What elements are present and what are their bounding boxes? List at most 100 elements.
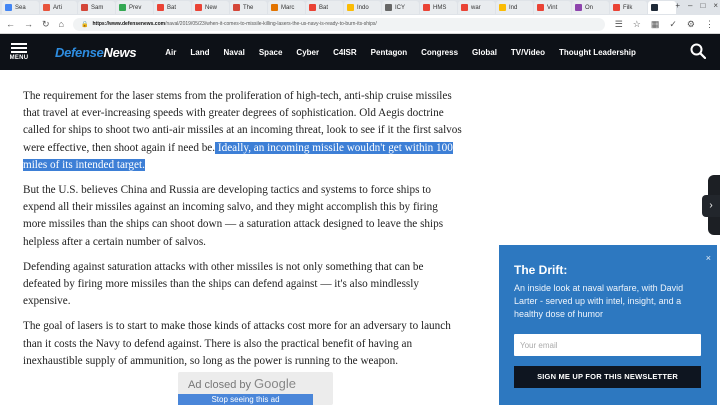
browser-tab[interactable]: ICY (382, 1, 419, 14)
browser-tab[interactable]: New (192, 1, 229, 14)
url-field[interactable]: 🔒 https://www.defensenews.com /naval/201… (72, 17, 605, 31)
home-icon[interactable]: ⌂ (59, 19, 64, 29)
nav-link-c4isr[interactable]: C4ISR (326, 48, 364, 57)
email-input[interactable] (514, 334, 701, 356)
nav-link-land[interactable]: Land (183, 48, 216, 57)
tab-label: Sam (91, 4, 104, 11)
tab-favicon-icon (81, 4, 88, 11)
browser-tab[interactable]: Sea (2, 1, 39, 14)
article-paragraph: Defending against saturation attacks wit… (23, 260, 424, 308)
chevron-right-icon[interactable]: › (702, 195, 720, 217)
tab-label: Indo (357, 4, 369, 11)
hamburger-icon (11, 47, 27, 49)
browser-tab[interactable]: On (572, 1, 609, 14)
search-icon[interactable] (690, 43, 706, 59)
tab-label: New (205, 4, 218, 11)
browser-tab[interactable]: Marc (268, 1, 305, 14)
ad-closed-text: Ad closed by (188, 379, 251, 391)
browser-tab[interactable]: Ind (496, 1, 533, 14)
article-paragraph: The goal of lasers is to start to make t… (23, 320, 451, 367)
settings-icon[interactable]: ⚙ (687, 19, 695, 30)
browser-tab[interactable]: Prev (116, 1, 153, 14)
tab-favicon-icon (43, 4, 50, 11)
tab-favicon-icon (347, 4, 354, 11)
article-paragraph: But the U.S. believes China and Russia a… (23, 184, 444, 248)
browser-tab[interactable]: The (230, 1, 267, 14)
signup-button[interactable]: SIGN ME UP FOR THIS NEWSLETTER (514, 366, 701, 388)
nav-link-thought-leadership[interactable]: Thought Leadership (552, 48, 643, 57)
nav-link-space[interactable]: Space (252, 48, 290, 57)
nav-link-tv-video[interactable]: TV/Video (504, 48, 552, 57)
url-host: https://www.defensenews.com (92, 21, 166, 27)
menu-label: MENU (9, 55, 29, 61)
tab-favicon-icon (651, 4, 658, 11)
tab-label: Prev (129, 4, 142, 11)
tab-label: Arti (53, 4, 62, 11)
tab-favicon-icon (613, 4, 620, 11)
stop-seeing-ad-button[interactable]: Stop seeing this ad (178, 394, 313, 405)
logo-text-defense: Defense (55, 44, 104, 60)
site-navigation: MENU DefenseNews Air Land Naval Space Cyber C… (0, 34, 720, 70)
tab-favicon-icon (5, 4, 12, 11)
reload-icon[interactable]: ↻ (42, 19, 50, 30)
tab-label: war (471, 4, 481, 11)
nav-link-naval[interactable]: Naval (216, 48, 251, 57)
window-controls: + – □ × (675, 1, 718, 10)
tab-favicon-icon (499, 4, 506, 11)
browser-tab[interactable]: HMS (420, 1, 457, 14)
maximize-icon[interactable]: □ (700, 1, 705, 10)
ad-closed-label: Ad closed by Google (188, 376, 296, 391)
browser-tab[interactable]: war (458, 1, 495, 14)
browser-tab[interactable]: Arti (40, 1, 77, 14)
browser-tab[interactable]: Filk (610, 1, 647, 14)
browser-tab[interactable]: Bat (306, 1, 343, 14)
lock-icon: 🔒 (80, 21, 89, 28)
bookmarks-icon[interactable]: ☰ (615, 19, 623, 30)
tab-label: On (585, 4, 594, 11)
tab-favicon-icon (461, 4, 468, 11)
nav-link-pentagon[interactable]: Pentagon (364, 48, 414, 57)
nav-link-global[interactable]: Global (465, 48, 504, 57)
tab-favicon-icon (385, 4, 392, 11)
address-bar: ← → ↻ ⌂ 🔒 https://www.defensenews.com /n… (0, 15, 720, 34)
close-icon[interactable]: × (706, 253, 711, 263)
nav-link-congress[interactable]: Congress (414, 48, 465, 57)
tab-label: Marc (281, 4, 295, 11)
menu-button[interactable]: MENU (0, 34, 38, 70)
newsletter-title: The Drift: (514, 263, 568, 277)
tab-favicon-icon (309, 4, 316, 11)
star-icon[interactable]: ☆ (633, 19, 641, 30)
minimize-icon[interactable]: – (688, 1, 692, 10)
more-icon[interactable]: ⋮ (705, 19, 714, 30)
browser-tab[interactable]: Sam (78, 1, 115, 14)
nav-link-cyber[interactable]: Cyber (289, 48, 326, 57)
new-tab-icon[interactable]: + (675, 1, 680, 10)
newsletter-description: An inside look at naval warfare, with Da… (514, 283, 684, 319)
tab-label: Sea (15, 4, 26, 11)
close-window-icon[interactable]: × (713, 1, 718, 10)
logo-text-news: News (103, 44, 137, 60)
tab-label: Bat (167, 4, 177, 11)
browser-tab[interactable]: Bat (154, 1, 191, 14)
pin-icon[interactable]: ✓ (669, 19, 677, 30)
forward-arrow-icon[interactable]: → (24, 19, 33, 29)
tab-label: The (243, 4, 254, 11)
article-paragraph: The requirement for the laser stems from… (23, 88, 463, 174)
browser-tab-bar: Sea Arti Sam Prev Bat New The Marc Bat Indo ICY HMS… (0, 0, 720, 15)
tab-label: Bat (319, 4, 329, 11)
site-logo[interactable]: DefenseNews (55, 44, 137, 60)
ad-closed-box: Ad closed by Google Stop seeing this ad (178, 372, 333, 405)
tab-favicon-icon (157, 4, 164, 11)
tab-label: HMS (433, 4, 447, 11)
tab-favicon-icon (271, 4, 278, 11)
tab-label: Filk (623, 4, 633, 11)
extensions-icon[interactable]: ▦ (651, 19, 660, 30)
browser-tab[interactable]: Indo (344, 1, 381, 14)
google-wordmark: Google (254, 376, 296, 391)
nav-link-air[interactable]: Air (158, 48, 183, 57)
back-arrow-icon[interactable]: ← (6, 19, 15, 29)
tab-favicon-icon (195, 4, 202, 11)
tab-favicon-icon (233, 4, 240, 11)
browser-tab[interactable] (648, 1, 676, 14)
browser-tab[interactable]: Vint (534, 1, 571, 14)
